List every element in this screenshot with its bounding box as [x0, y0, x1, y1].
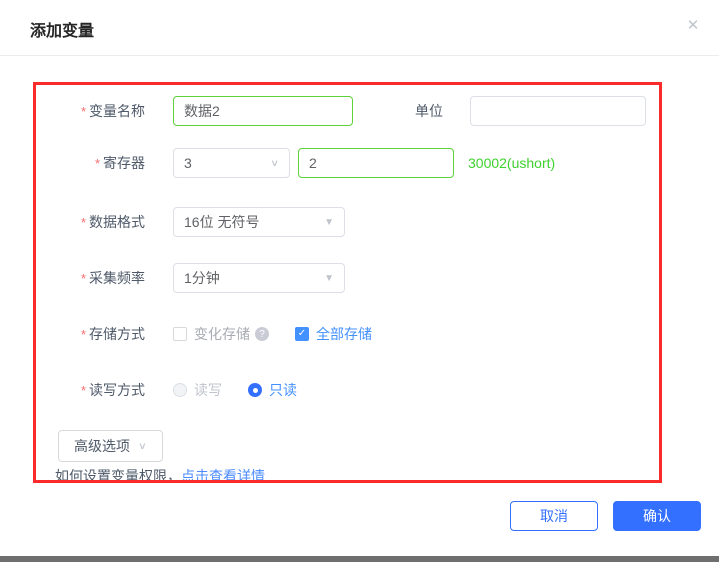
cancel-button[interactable]: 取消 — [510, 501, 598, 531]
rw-mode-label: *读写方式 — [0, 380, 145, 400]
form-row-register: *寄存器 3 ∨ 30002(ushort) — [0, 148, 555, 178]
sample-rate-label: *采集频率 — [0, 268, 145, 288]
advanced-options-button[interactable]: 高级选项 ∨ — [58, 430, 163, 462]
confirm-button[interactable]: 确认 — [613, 501, 701, 531]
register-type-value: 3 — [184, 155, 192, 171]
read-write-radio — [173, 383, 187, 397]
form-row-storage-mode: *存储方式 变化存储 ? ✓ 全部存储 — [0, 319, 372, 349]
read-only-radio[interactable] — [248, 383, 262, 397]
read-write-label: 读写 — [194, 380, 222, 400]
rw-mode-label-text: 读写方式 — [89, 382, 145, 398]
advanced-options-label: 高级选项 — [74, 436, 130, 456]
change-storage-checkbox[interactable] — [173, 327, 187, 341]
register-label-text: 寄存器 — [103, 155, 145, 171]
data-format-select[interactable]: 16位 无符号 ▼ — [173, 207, 345, 237]
data-format-label-text: 数据格式 — [89, 214, 145, 230]
data-format-label: *数据格式 — [0, 212, 145, 232]
data-format-value: 16位 无符号 — [184, 212, 259, 232]
permission-hint: 如何设置变量权限，点击查看详情 — [55, 466, 265, 486]
check-icon: ✓ — [298, 329, 306, 339]
register-address-input[interactable] — [298, 148, 454, 178]
storage-mode-label: *存储方式 — [0, 324, 145, 344]
radio-dot — [253, 388, 258, 393]
permission-hint-text: 如何设置变量权限， — [55, 468, 181, 484]
storage-mode-label-text: 存储方式 — [89, 326, 145, 342]
dialog-header: 添加变量 ✕ — [0, 0, 719, 56]
variable-name-label: *变量名称 — [0, 101, 145, 121]
register-hint: 30002(ushort) — [468, 155, 555, 171]
sample-rate-label-text: 采集频率 — [89, 270, 145, 286]
unit-input[interactable] — [470, 96, 646, 126]
caret-down-icon: ▼ — [324, 273, 334, 284]
required-marker: * — [81, 271, 86, 286]
permission-detail-link[interactable]: 点击查看详情 — [181, 468, 265, 484]
register-type-select[interactable]: 3 ∨ — [173, 148, 290, 178]
read-only-label[interactable]: 只读 — [269, 380, 297, 400]
required-marker: * — [81, 215, 86, 230]
form-row-variable-name: *变量名称 单位 — [0, 96, 646, 126]
chevron-down-icon: ∨ — [138, 440, 147, 451]
required-marker: * — [81, 327, 86, 342]
form-row-data-format: *数据格式 16位 无符号 ▼ — [0, 207, 345, 237]
all-storage-checkbox[interactable]: ✓ — [295, 327, 309, 341]
background-window-bar — [0, 556, 719, 562]
dialog-title: 添加变量 — [30, 17, 94, 41]
register-label: *寄存器 — [0, 153, 145, 173]
unit-label: 单位 — [415, 101, 443, 121]
required-marker: * — [81, 383, 86, 398]
chevron-down-icon: ∨ — [270, 157, 279, 168]
change-storage-label[interactable]: 变化存储 — [194, 324, 250, 344]
sample-rate-select[interactable]: 1分钟 ▼ — [173, 263, 345, 293]
add-variable-form: *变量名称 单位 *寄存器 3 ∨ 30002(ushort) *数据格式 16… — [0, 82, 719, 502]
all-storage-label[interactable]: 全部存储 — [316, 324, 372, 344]
variable-name-label-text: 变量名称 — [89, 103, 145, 119]
form-row-sample-rate: *采集频率 1分钟 ▼ — [0, 263, 345, 293]
help-icon[interactable]: ? — [255, 327, 269, 341]
sample-rate-value: 1分钟 — [184, 268, 220, 288]
form-row-rw-mode: *读写方式 读写 只读 — [0, 375, 297, 405]
required-marker: * — [95, 156, 100, 171]
required-marker: * — [81, 104, 86, 119]
variable-name-input[interactable] — [173, 96, 353, 126]
caret-down-icon: ▼ — [324, 217, 334, 228]
close-icon[interactable]: ✕ — [682, 14, 704, 36]
